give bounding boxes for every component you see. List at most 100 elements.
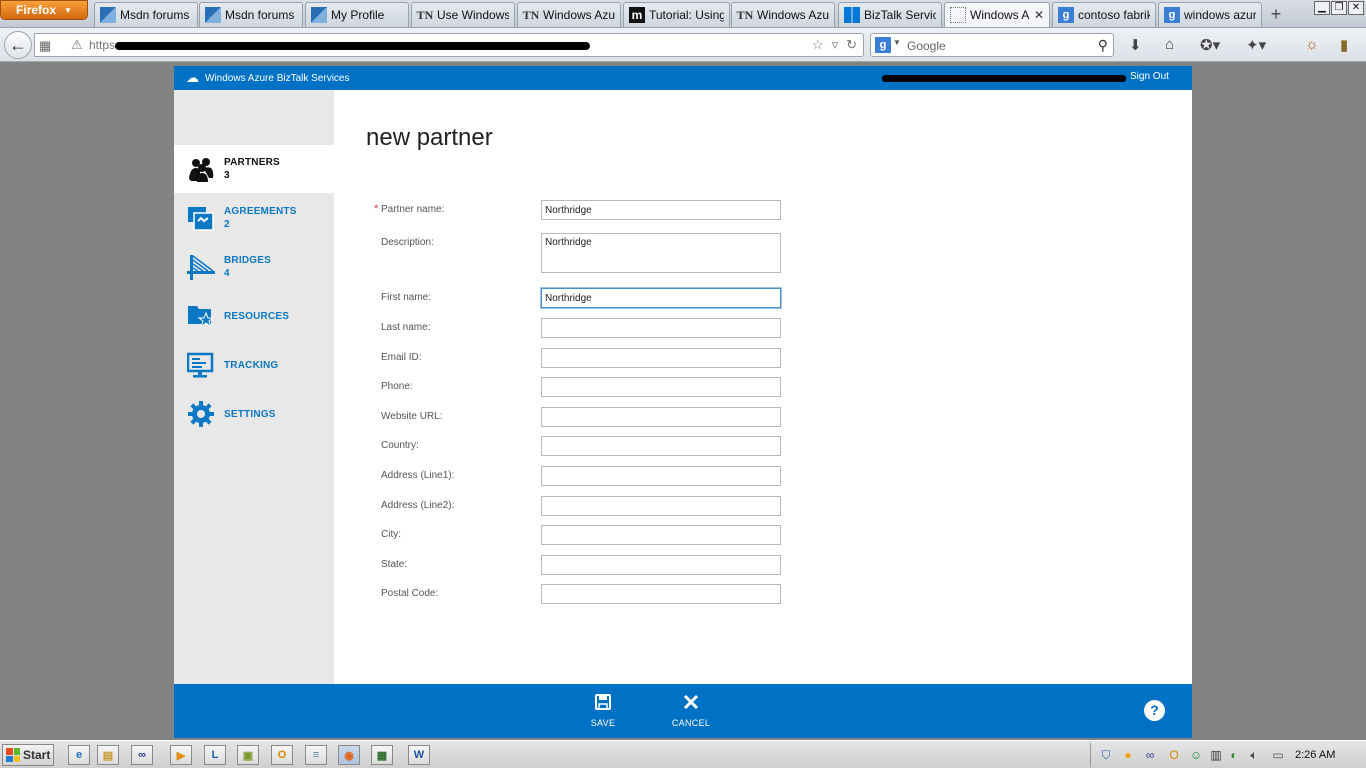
internet-explorer-icon[interactable]: e <box>68 745 90 765</box>
warning-icon[interactable]: ⚠ <box>71 37 83 53</box>
browser-tab[interactable]: BizTalk Service... <box>838 2 942 27</box>
addon-icon[interactable]: ✦▾ <box>1246 36 1266 54</box>
tab-label: BizTalk Service... <box>864 8 936 22</box>
bookmark-star-icon[interactable]: ☆ <box>812 37 824 53</box>
azure-icon <box>100 7 116 23</box>
downloads-icon[interactable]: ⬇ <box>1129 36 1142 54</box>
close-tab-icon[interactable]: ✕ <box>1034 8 1044 22</box>
sidebar-item-settings[interactable]: SETTINGS <box>174 390 334 438</box>
back-arrow-icon[interactable]: ← <box>4 31 32 59</box>
sidebar-item-count: 2 <box>224 219 230 230</box>
lync-icon[interactable]: L <box>204 745 226 765</box>
restore-icon[interactable]: ❐ <box>1331 1 1347 15</box>
word-icon[interactable]: W <box>408 745 430 765</box>
bookmarks-menu-icon[interactable]: ✪▾ <box>1200 36 1220 54</box>
first-name-input[interactable] <box>541 288 781 308</box>
sync-tray-icon[interactable]: ◐ <box>1227 747 1241 763</box>
google-search-engine-icon[interactable]: g <box>875 37 891 53</box>
phone-label: Phone: <box>381 381 413 392</box>
save-label: SAVE <box>590 718 616 728</box>
website-input[interactable] <box>541 407 781 427</box>
city-input[interactable] <box>541 525 781 545</box>
partner-name-input[interactable] <box>541 200 781 220</box>
reload-icon[interactable]: ↻ <box>846 37 857 53</box>
file-explorer-icon[interactable]: ▤ <box>97 745 119 765</box>
address-line2-input[interactable] <box>541 496 781 516</box>
close-window-icon[interactable]: ✕ <box>1348 1 1364 15</box>
browser-tab[interactable]: TN Windows Azur... <box>731 2 835 27</box>
volume-icon[interactable]: 🔈︎ <box>1247 747 1261 763</box>
browser-tab[interactable]: g windows azur... <box>1158 2 1262 27</box>
power-icon[interactable]: ▭ <box>1271 747 1285 763</box>
addon-sun-icon[interactable]: ☼ <box>1305 36 1319 53</box>
main-content: new partner * Partner name: Description:… <box>334 90 1192 684</box>
search-bar[interactable]: g ▼ Google ⚲ <box>870 33 1114 57</box>
brand-name: Windows Azure BizTalk Services <box>205 72 350 84</box>
address-line1-input[interactable] <box>541 466 781 486</box>
outlook-icon[interactable]: O <box>271 745 293 765</box>
help-icon[interactable]: ? <box>1144 700 1165 721</box>
addon-scroll-icon[interactable]: ▮ <box>1340 36 1348 54</box>
window-controls: ▁ ❐ ✕ <box>1314 1 1364 15</box>
clock[interactable]: 2:26 AM <box>1295 749 1335 761</box>
portal-brand[interactable]: ☁ Windows Azure BizTalk Services <box>186 70 350 86</box>
tray-app-icon[interactable]: ● <box>1121 747 1135 763</box>
browser-tab-active[interactable]: Windows A... ✕ <box>944 2 1050 27</box>
firefox-menu-label: Firefox <box>16 3 57 17</box>
new-tab-icon[interactable]: + <box>1265 4 1287 24</box>
search-icon[interactable]: ⚲ <box>1098 37 1108 54</box>
tab-groups-icon[interactable]: ▦ <box>39 38 51 54</box>
browser-tab[interactable]: m Tutorial: Using... <box>623 2 730 27</box>
chat-tray-icon[interactable]: ☺ <box>1189 747 1203 763</box>
state-input[interactable] <box>541 555 781 575</box>
email-input[interactable] <box>541 348 781 368</box>
infinity-app-icon[interactable]: ∞ <box>131 745 153 765</box>
media-player-icon[interactable]: ▶ <box>170 745 192 765</box>
sidebar-item-partners[interactable]: PARTNERS 3 <box>174 145 334 193</box>
save-disk-icon <box>573 692 633 712</box>
home-icon[interactable]: ⌂ <box>1165 36 1174 53</box>
postal-code-input[interactable] <box>541 584 781 604</box>
browser-tab[interactable]: g contoso fabrik... <box>1052 2 1156 27</box>
sign-out-link[interactable]: Sign Out <box>1130 71 1169 82</box>
last-name-input[interactable] <box>541 318 781 338</box>
sidebar-item-resources[interactable]: RESOURCES <box>174 292 334 340</box>
cancel-button[interactable]: CANCEL <box>661 692 721 728</box>
start-label: Start <box>23 748 51 762</box>
url-prefix: https <box>89 38 116 52</box>
sidebar-item-tracking[interactable]: TRACKING <box>174 341 334 389</box>
browser-tab[interactable]: My Profile <box>305 2 409 27</box>
outlook-tray-icon[interactable]: O <box>1167 747 1181 763</box>
minimize-icon[interactable]: ▁ <box>1314 1 1330 15</box>
history-dropdown-icon[interactable]: ▿ <box>832 37 839 53</box>
search-placeholder: Google <box>907 39 946 53</box>
windows-logo-icon <box>6 748 20 762</box>
browser-tab[interactable]: Msdn forums -... <box>199 2 303 27</box>
browser-tab[interactable]: Msdn forums -... <box>94 2 198 27</box>
shield-icon[interactable]: ⛉ <box>1099 747 1113 763</box>
chevron-down-icon[interactable]: ▼ <box>893 38 901 47</box>
save-button[interactable]: SAVE <box>573 692 633 728</box>
browser-nav-bar: ← ▦ ⚠ https ☆ ▿ ↻ g ▼ Google ⚲ ⬇ ⌂ ✪▾ ✦▾… <box>0 28 1366 62</box>
tab-label: Windows A... <box>970 8 1030 22</box>
address-bar[interactable]: ▦ ⚠ https ☆ ▿ ↻ <box>34 33 864 57</box>
start-button[interactable]: Start <box>2 744 54 766</box>
infinity-tray-icon[interactable]: ∞ <box>1143 747 1157 763</box>
phone-input[interactable] <box>541 377 781 397</box>
city-label: City: <box>381 529 401 540</box>
network-app-icon[interactable]: ▦ <box>371 745 393 765</box>
browser-tab[interactable]: TN Use Windows ... <box>411 2 515 27</box>
system-tray: ⛉ ● ∞ O ☺ ▥ ◐ 🔈︎ ▭ 2:26 AM <box>1090 743 1364 767</box>
sidebar-item-agreements[interactable]: AGREEMENTS 2 <box>174 194 334 242</box>
azure-cloud-icon: ☁ <box>186 70 199 85</box>
browser-tab[interactable]: TN Windows Azur... <box>517 2 621 27</box>
network-tray-icon[interactable]: ▥ <box>1209 747 1223 763</box>
description-input[interactable]: Northridge <box>541 233 781 273</box>
notepad-icon[interactable]: ≡ <box>305 745 327 765</box>
explorer-folder-icon[interactable]: ▣ <box>237 745 259 765</box>
country-input[interactable] <box>541 436 781 456</box>
azure-icon <box>205 7 221 23</box>
sidebar-item-bridges[interactable]: BRIDGES 4 <box>174 243 334 291</box>
firefox-menu-button[interactable]: Firefox ▼ <box>0 0 88 20</box>
firefox-taskbar-icon[interactable]: ◉ <box>338 745 360 765</box>
